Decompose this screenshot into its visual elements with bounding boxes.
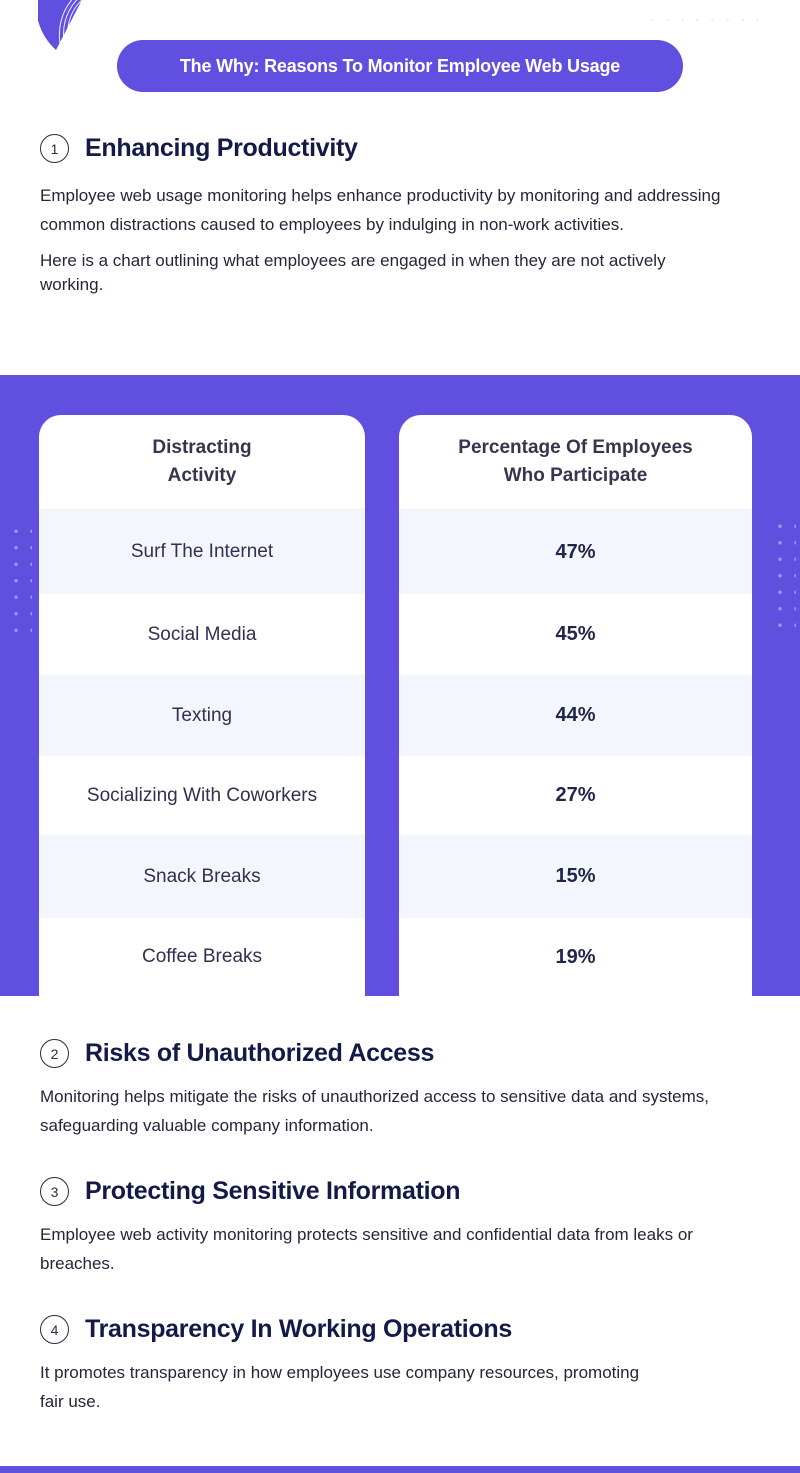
section-transparency: 4 Transparency In Working Operations It … bbox=[40, 1315, 730, 1416]
table-cell-activity: Socializing With Coworkers bbox=[86, 784, 318, 806]
column-header-label: Distracting Activity bbox=[152, 437, 252, 486]
section-paragraph: It promotes transparency in how employee… bbox=[40, 1363, 640, 1411]
table-cell-activity: Snack Breaks bbox=[39, 835, 365, 918]
number-badge: 1 bbox=[40, 134, 69, 163]
section-paragraph: Here is a chart outlining what employees… bbox=[40, 251, 666, 294]
table-cell-percent: 27% bbox=[555, 784, 596, 806]
footer-bar bbox=[0, 1466, 800, 1473]
decorative-dots bbox=[645, 12, 765, 34]
column-header: Distracting Activity bbox=[39, 415, 365, 510]
table-cell-activity: Texting bbox=[39, 675, 365, 756]
table-cell-percent: 47% bbox=[399, 510, 752, 594]
section-sensitive-information: 3 Protecting Sensitive Information Emplo… bbox=[40, 1177, 730, 1278]
section-unauthorized-access: 2 Risks of Unauthorized Access Monitorin… bbox=[40, 1039, 730, 1140]
number-badge: 4 bbox=[40, 1315, 69, 1344]
table-column-activity: Distracting Activity Surf The Internet S… bbox=[39, 415, 365, 996]
column-header: Percentage Of Employees Who Participate bbox=[399, 415, 752, 510]
number-badge: 3 bbox=[40, 1177, 69, 1206]
section-paragraph: Employee web activity monitoring protect… bbox=[40, 1225, 693, 1273]
table-column-percentage: Percentage Of Employees Who Participate … bbox=[399, 415, 752, 996]
table-cell-percent: 15% bbox=[399, 835, 752, 918]
section-title: Protecting Sensitive Information bbox=[85, 1177, 461, 1205]
section-enhancing-productivity: 1 Enhancing Productivity Employee web us… bbox=[40, 134, 730, 297]
section-banner: The Why: Reasons To Monitor Employee Web… bbox=[117, 40, 683, 92]
table-cell-activity: Social Media bbox=[147, 623, 257, 645]
table-cell-activity: Surf The Internet bbox=[39, 510, 365, 594]
section-title: Risks of Unauthorized Access bbox=[85, 1039, 435, 1067]
column-header-label: Percentage Of Employees Who Participate bbox=[458, 437, 693, 486]
section-paragraph: Employee web usage monitoring helps enha… bbox=[40, 186, 721, 234]
decorative-dots bbox=[8, 523, 32, 635]
decorative-dots bbox=[772, 518, 796, 630]
table-cell-activity: Coffee Breaks bbox=[141, 946, 263, 967]
table-cell-percent: 44% bbox=[399, 675, 752, 756]
table-cell-percent: 45% bbox=[555, 623, 596, 645]
table-cell-percent: 19% bbox=[555, 945, 596, 968]
section-paragraph: Monitoring helps mitigate the risks of u… bbox=[40, 1087, 710, 1135]
section-title: Enhancing Productivity bbox=[85, 134, 358, 162]
section-title: Transparency In Working Operations bbox=[85, 1315, 512, 1343]
number-badge: 2 bbox=[40, 1039, 69, 1068]
